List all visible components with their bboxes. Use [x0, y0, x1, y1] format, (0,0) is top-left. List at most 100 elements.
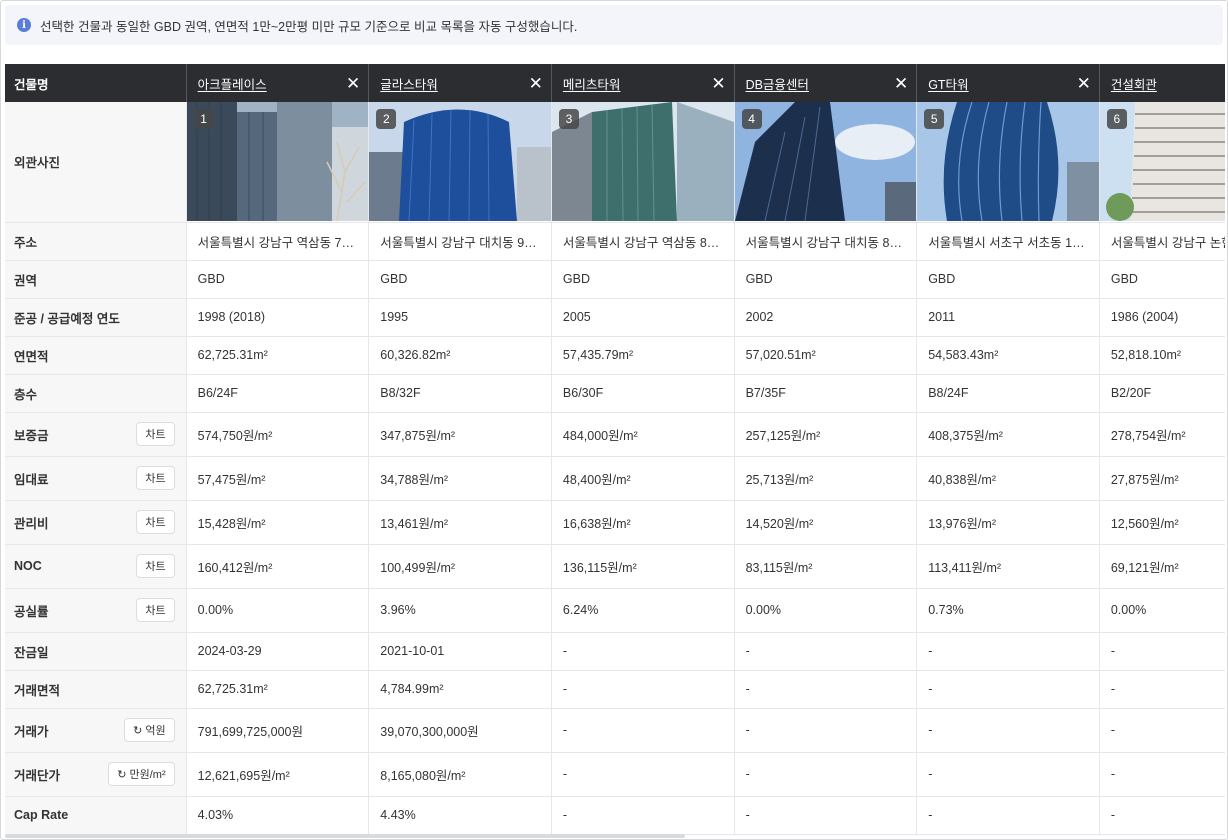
address-row: 주소 서울특별시 강남구 역삼동 73... 서울특별시 강남구 대치동 94.…	[5, 222, 1225, 261]
vacancy-cell: 0.00%	[734, 588, 918, 633]
photo-index-badge: 2	[376, 109, 397, 130]
year-row: 준공 / 공급예정 연도 1998 (2018) 1995 2005 2002 …	[5, 298, 1225, 337]
rent-row: 임대료 차트 57,475원/m² 34,788원/m² 48,400원/m² 2…	[5, 456, 1225, 501]
closing-cell: -	[551, 632, 735, 671]
auto-compare-notice: i 선택한 건물과 동일한 GBD 권역, 연면적 1만~2만평 미만 규모 기…	[5, 5, 1223, 45]
rent-cell: 25,713원/m²	[734, 456, 918, 501]
row-label-cell: 거래가 ↻ 억원	[5, 708, 187, 753]
deal-area-cell: -	[916, 670, 1100, 709]
deposit-cell: 408,375원/m²	[916, 412, 1100, 457]
deal-area-cell: 62,725.31m²	[186, 670, 370, 709]
photo-cell: 5	[916, 102, 1100, 223]
year-cell: 2011	[916, 298, 1100, 337]
close-icon[interactable]: ✕	[894, 75, 908, 92]
chart-button[interactable]: 차트	[136, 466, 175, 490]
rent-cell: 48,400원/m²	[551, 456, 735, 501]
region-cell: GBD	[368, 260, 552, 299]
deposit-cell: 484,000원/m²	[551, 412, 735, 457]
building-link[interactable]: GT타워	[928, 74, 968, 93]
year-cell: 1986 (2004)	[1099, 298, 1225, 337]
row-label-cell: 관리비 차트	[5, 500, 187, 545]
year-cell: 2005	[551, 298, 735, 337]
gfa-cell: 60,326.82m²	[368, 336, 552, 375]
year-cell: 2002	[734, 298, 918, 337]
address-cell: 서울특별시 강남구 대치동 89...	[734, 222, 918, 261]
building-link[interactable]: 아크플레이스	[198, 74, 267, 93]
deal-area-cell: -	[1099, 670, 1225, 709]
price-cell: 791,699,725,000원	[186, 708, 370, 753]
chart-button[interactable]: 차트	[136, 422, 175, 446]
building-photo[interactable]: 5	[917, 102, 1099, 221]
header-row: 건물명 아크플레이스 ✕ 글라스타워 ✕ 메리츠타워 ✕ DB금융센터 ✕ GT타워 ✕ …	[5, 64, 1225, 102]
closing-cell: -	[916, 632, 1100, 671]
deal-area-cell: -	[734, 670, 918, 709]
horizontal-scrollbar[interactable]	[5, 834, 685, 838]
compare-table-scroll[interactable]: 건물명 아크플레이스 ✕ 글라스타워 ✕ 메리츠타워 ✕ DB금융센터 ✕ GT타워 ✕ …	[5, 64, 1225, 836]
price-cell: 39,070,300,000원	[368, 708, 552, 753]
noc-cell: 113,411원/m²	[916, 544, 1100, 589]
gfa-row: 연면적 62,725.31m² 60,326.82m² 57,435.79m² …	[5, 336, 1225, 375]
mgmt-cell: 13,976원/m²	[916, 500, 1100, 545]
mgmt-cell: 16,638원/m²	[551, 500, 735, 545]
close-icon[interactable]: ✕	[711, 75, 725, 92]
cap-rate-row: Cap Rate 4.03% 4.43% - - - -	[5, 796, 1225, 835]
photo-index-badge: 6	[1106, 109, 1127, 130]
rent-cell: 40,838원/m²	[916, 456, 1100, 501]
chart-button[interactable]: 차트	[136, 554, 175, 578]
building-photo[interactable]: 1	[186, 102, 368, 221]
row-label: 공실률	[14, 604, 49, 619]
vacancy-row: 공실률 차트 0.00% 3.96% 6.24% 0.00% 0.73% 0.00…	[5, 588, 1225, 633]
photo-cell: 2	[368, 102, 552, 223]
building-photo[interactable]: 4	[734, 102, 916, 221]
floors-cell: B7/35F	[734, 374, 918, 413]
rent-cell: 27,875원/m²	[1099, 456, 1225, 501]
row-label-cell: 거래단가 ↻ 만원/m²	[5, 752, 187, 797]
price-cell: -	[1099, 708, 1225, 753]
cap-rate-cell: -	[551, 796, 735, 835]
unit-price-cell: 12,621,695원/m²	[186, 752, 370, 797]
row-label: 거래단가	[14, 768, 61, 783]
unit-toggle-button[interactable]: ↻ 만원/m²	[108, 762, 175, 786]
chart-button[interactable]: 차트	[136, 598, 175, 622]
unit-toggle-button[interactable]: ↻ 억원	[124, 718, 175, 742]
refresh-icon: ↻	[133, 724, 143, 737]
close-icon[interactable]: ✕	[346, 75, 360, 92]
row-label: 연면적	[5, 336, 187, 375]
building-link[interactable]: DB금융센터	[746, 74, 809, 93]
photo-index-badge: 1	[193, 109, 214, 130]
building-photo[interactable]: 2	[369, 102, 551, 221]
compare-table: 건물명 아크플레이스 ✕ 글라스타워 ✕ 메리츠타워 ✕ DB금융센터 ✕ GT타워 ✕ …	[5, 64, 1225, 835]
building-link[interactable]: 건설회관	[1111, 74, 1157, 93]
row-label: 보증금	[14, 428, 49, 443]
vacancy-cell: 0.73%	[916, 588, 1100, 633]
info-icon: i	[17, 18, 31, 32]
gfa-cell: 57,435.79m²	[551, 336, 735, 375]
row-label: 층수	[5, 374, 187, 413]
building-photo[interactable]: 3	[551, 102, 734, 221]
building-link[interactable]: 메리츠타워	[563, 74, 621, 93]
deal-area-cell: 4,784.99m²	[368, 670, 552, 709]
row-label: 관리비	[14, 516, 49, 531]
close-icon[interactable]: ✕	[529, 75, 543, 92]
unit-price-cell: -	[734, 752, 918, 797]
building-photo[interactable]: 6	[1099, 102, 1225, 221]
chart-button[interactable]: 차트	[136, 510, 175, 534]
address-cell: 서울특별시 서초구 서초동 131...	[916, 222, 1100, 261]
building-link[interactable]: 글라스타워	[380, 74, 438, 93]
region-cell: GBD	[734, 260, 918, 299]
mgmt-cell: 13,461원/m²	[368, 500, 552, 545]
address-cell: 서울특별시 강남구 논현	[1099, 222, 1225, 261]
closing-date-row: 잔금일 2024-03-29 2021-10-01 - - - -	[5, 632, 1225, 671]
closing-cell: -	[734, 632, 918, 671]
close-icon[interactable]: ✕	[1077, 75, 1091, 92]
deposit-row: 보증금 차트 574,750원/m² 347,875원/m² 484,000원/m…	[5, 412, 1225, 457]
closing-cell: 2024-03-29	[186, 632, 370, 671]
building-col-2: 글라스타워 ✕	[368, 64, 552, 102]
noc-row: NOC 차트 160,412원/m² 100,499원/m² 136,115원/m…	[5, 544, 1225, 589]
deposit-cell: 257,125원/m²	[734, 412, 918, 457]
region-cell: GBD	[916, 260, 1100, 299]
unit-price-cell: 8,165,080원/m²	[368, 752, 552, 797]
unit-toggle-label: 억원	[145, 725, 166, 737]
gfa-cell: 62,725.31m²	[186, 336, 370, 375]
floors-row: 층수 B6/24F B8/32F B6/30F B7/35F B8/24F B2…	[5, 374, 1225, 413]
